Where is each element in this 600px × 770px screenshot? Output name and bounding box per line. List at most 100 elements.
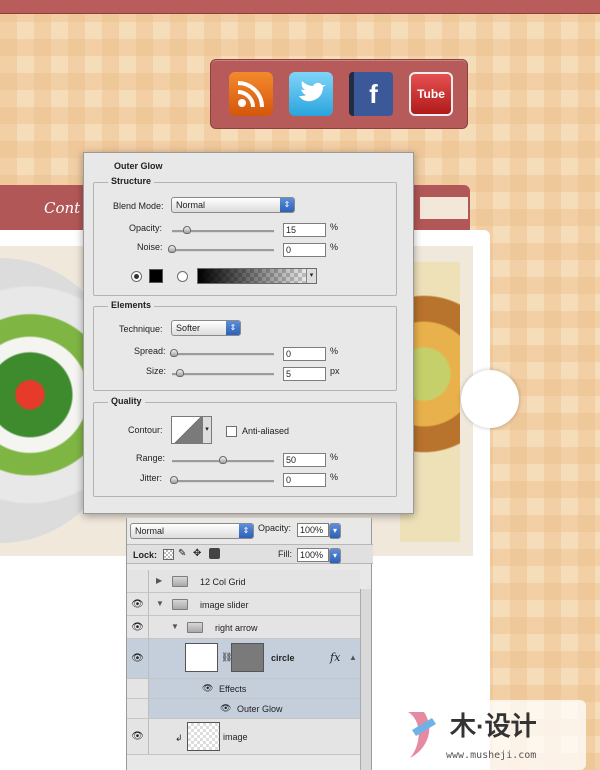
- contour-label: Contour:: [128, 425, 163, 435]
- glow-color-swatch[interactable]: [149, 269, 163, 283]
- layer-thumbnail: [185, 643, 218, 672]
- layers-scrollbar[interactable]: [360, 589, 371, 770]
- gradient-dropdown-arrow-icon[interactable]: ▾: [306, 269, 316, 283]
- layer-opacity-field[interactable]: 100%: [297, 523, 329, 537]
- effects-expand-arrow-icon[interactable]: ▲: [349, 653, 357, 662]
- eye-icon[interactable]: 👁: [127, 639, 149, 678]
- blend-mode-select[interactable]: Normal ⇕: [171, 197, 295, 213]
- lock-transparency-icon[interactable]: [163, 549, 174, 560]
- expand-arrow-icon[interactable]: ▶: [156, 576, 162, 585]
- watermark-logo: 木·设计 www.musheji.com: [388, 700, 586, 770]
- range-label: Range:: [136, 453, 166, 463]
- eye-icon[interactable]: 👁: [202, 683, 213, 694]
- youtube-tv-icon[interactable]: Tube: [409, 72, 453, 116]
- watermark-url: www.musheji.com: [446, 750, 537, 761]
- gradient-radio[interactable]: [177, 271, 188, 282]
- layer-blend-mode-value: Normal: [135, 526, 165, 536]
- lock-move-icon[interactable]: ✥: [193, 548, 201, 559]
- layer-row-image-slider[interactable]: 👁 ▼ image slider: [127, 593, 360, 616]
- layer-row-right-arrow[interactable]: 👁 ▼ right arrow: [127, 616, 360, 639]
- rss-icon-glyph: [237, 81, 264, 108]
- noise-slider-thumb[interactable]: [168, 245, 176, 253]
- lock-label: Lock:: [133, 550, 158, 560]
- layer-mask-thumbnail: [231, 643, 264, 672]
- solid-color-radio[interactable]: [131, 271, 142, 282]
- glow-gradient-picker[interactable]: ▾: [197, 268, 317, 284]
- quality-legend: Quality: [108, 396, 145, 406]
- size-slider[interactable]: [172, 373, 274, 376]
- layer-name: right arrow: [215, 623, 258, 633]
- size-field[interactable]: 5: [283, 367, 326, 381]
- layer-row-effects[interactable]: 👁 Effects: [127, 679, 360, 699]
- contact-heading: Cont: [44, 199, 81, 217]
- fill-field[interactable]: 100%: [297, 548, 329, 562]
- opacity-unit: %: [330, 222, 339, 232]
- contour-preview[interactable]: [171, 416, 203, 444]
- blend-mode-value: Normal: [176, 200, 206, 210]
- structure-legend: Structure: [108, 176, 155, 186]
- jitter-field[interactable]: 0: [283, 473, 326, 487]
- chevron-down-icon: ▾: [330, 524, 340, 538]
- range-field[interactable]: 50: [283, 453, 326, 467]
- opacity-field[interactable]: 15: [283, 223, 326, 237]
- technique-select[interactable]: Softer ⇕: [171, 320, 241, 336]
- collapse-arrow-icon[interactable]: ▼: [171, 622, 179, 631]
- collapse-arrow-icon[interactable]: ▼: [156, 599, 164, 608]
- range-slider-thumb[interactable]: [219, 456, 227, 464]
- social-icons-bar: f Tube: [210, 59, 468, 129]
- layer-name: image: [223, 732, 248, 742]
- size-label: Size:: [146, 366, 167, 376]
- rss-icon[interactable]: [229, 72, 273, 116]
- contact-input[interactable]: [420, 197, 468, 219]
- eye-icon[interactable]: 👁: [127, 719, 149, 754]
- jitter-slider[interactable]: [172, 480, 274, 483]
- jitter-unit: %: [330, 472, 339, 482]
- blend-mode-label: Blend Mode:: [113, 201, 164, 211]
- contour-dropdown-arrow-icon[interactable]: ▾: [202, 416, 212, 444]
- dialog-title: Outer Glow: [114, 161, 163, 171]
- folder-icon: [187, 622, 203, 633]
- eye-icon[interactable]: 👁: [127, 616, 149, 638]
- layer-opacity-label: Opacity:: [258, 523, 292, 533]
- layers-panel: Normal ⇕ Opacity: 100% ▾ Lock: ✎ ✥ Fill:…: [126, 518, 373, 770]
- layer-row-image[interactable]: 👁 ↲ image: [127, 719, 360, 755]
- lock-brush-icon[interactable]: ✎: [178, 548, 186, 559]
- right-arrow-circle[interactable]: [461, 370, 519, 428]
- youtube-label: Tube: [417, 87, 445, 101]
- watermark-brand: 木·设计: [450, 711, 537, 741]
- layer-blend-mode-select[interactable]: Normal ⇕: [130, 523, 254, 539]
- visibility-empty: [127, 699, 149, 718]
- facebook-letter: f: [369, 78, 378, 109]
- size-slider-thumb[interactable]: [176, 369, 184, 377]
- outer-glow-dialog: Outer Glow Structure Blend Mode: Normal …: [83, 152, 414, 514]
- opacity-slider-thumb[interactable]: [183, 226, 192, 234]
- fill-dropdown[interactable]: ▾: [329, 548, 341, 564]
- layer-row-outer-glow[interactable]: 👁 Outer Glow: [127, 699, 360, 719]
- spread-slider-thumb[interactable]: [170, 349, 178, 357]
- jitter-slider-thumb[interactable]: [170, 476, 178, 484]
- eye-icon[interactable]: 👁: [220, 703, 231, 714]
- lock-all-icon[interactable]: [209, 548, 220, 559]
- spread-field[interactable]: 0: [283, 347, 326, 361]
- site-header-bar: [0, 0, 600, 14]
- visibility-empty: [127, 679, 149, 698]
- layer-row-circle[interactable]: 👁 ⛓ circle fx ▲: [127, 639, 360, 679]
- technique-value: Softer: [176, 323, 201, 333]
- noise-field[interactable]: 0: [283, 243, 326, 257]
- eye-icon[interactable]: 👁: [127, 593, 149, 615]
- layer-row-12-col-grid[interactable]: ▶ 12 Col Grid: [127, 570, 360, 593]
- fx-icon[interactable]: fx: [330, 651, 340, 664]
- range-unit: %: [330, 452, 339, 462]
- twitter-bird-icon[interactable]: [289, 72, 333, 116]
- spread-slider[interactable]: [172, 353, 274, 356]
- layer-name: 12 Col Grid: [200, 577, 246, 587]
- layer-opacity-dropdown[interactable]: ▾: [329, 523, 341, 539]
- fill-label: Fill:: [278, 549, 292, 559]
- anti-aliased-label: Anti-aliased: [242, 426, 290, 436]
- facebook-book-icon[interactable]: f: [349, 72, 393, 116]
- chevron-down-icon: ▾: [330, 549, 340, 563]
- noise-slider[interactable]: [172, 249, 274, 252]
- anti-aliased-checkbox[interactable]: [226, 426, 237, 437]
- noise-unit: %: [330, 242, 339, 252]
- visibility-empty[interactable]: [127, 570, 149, 592]
